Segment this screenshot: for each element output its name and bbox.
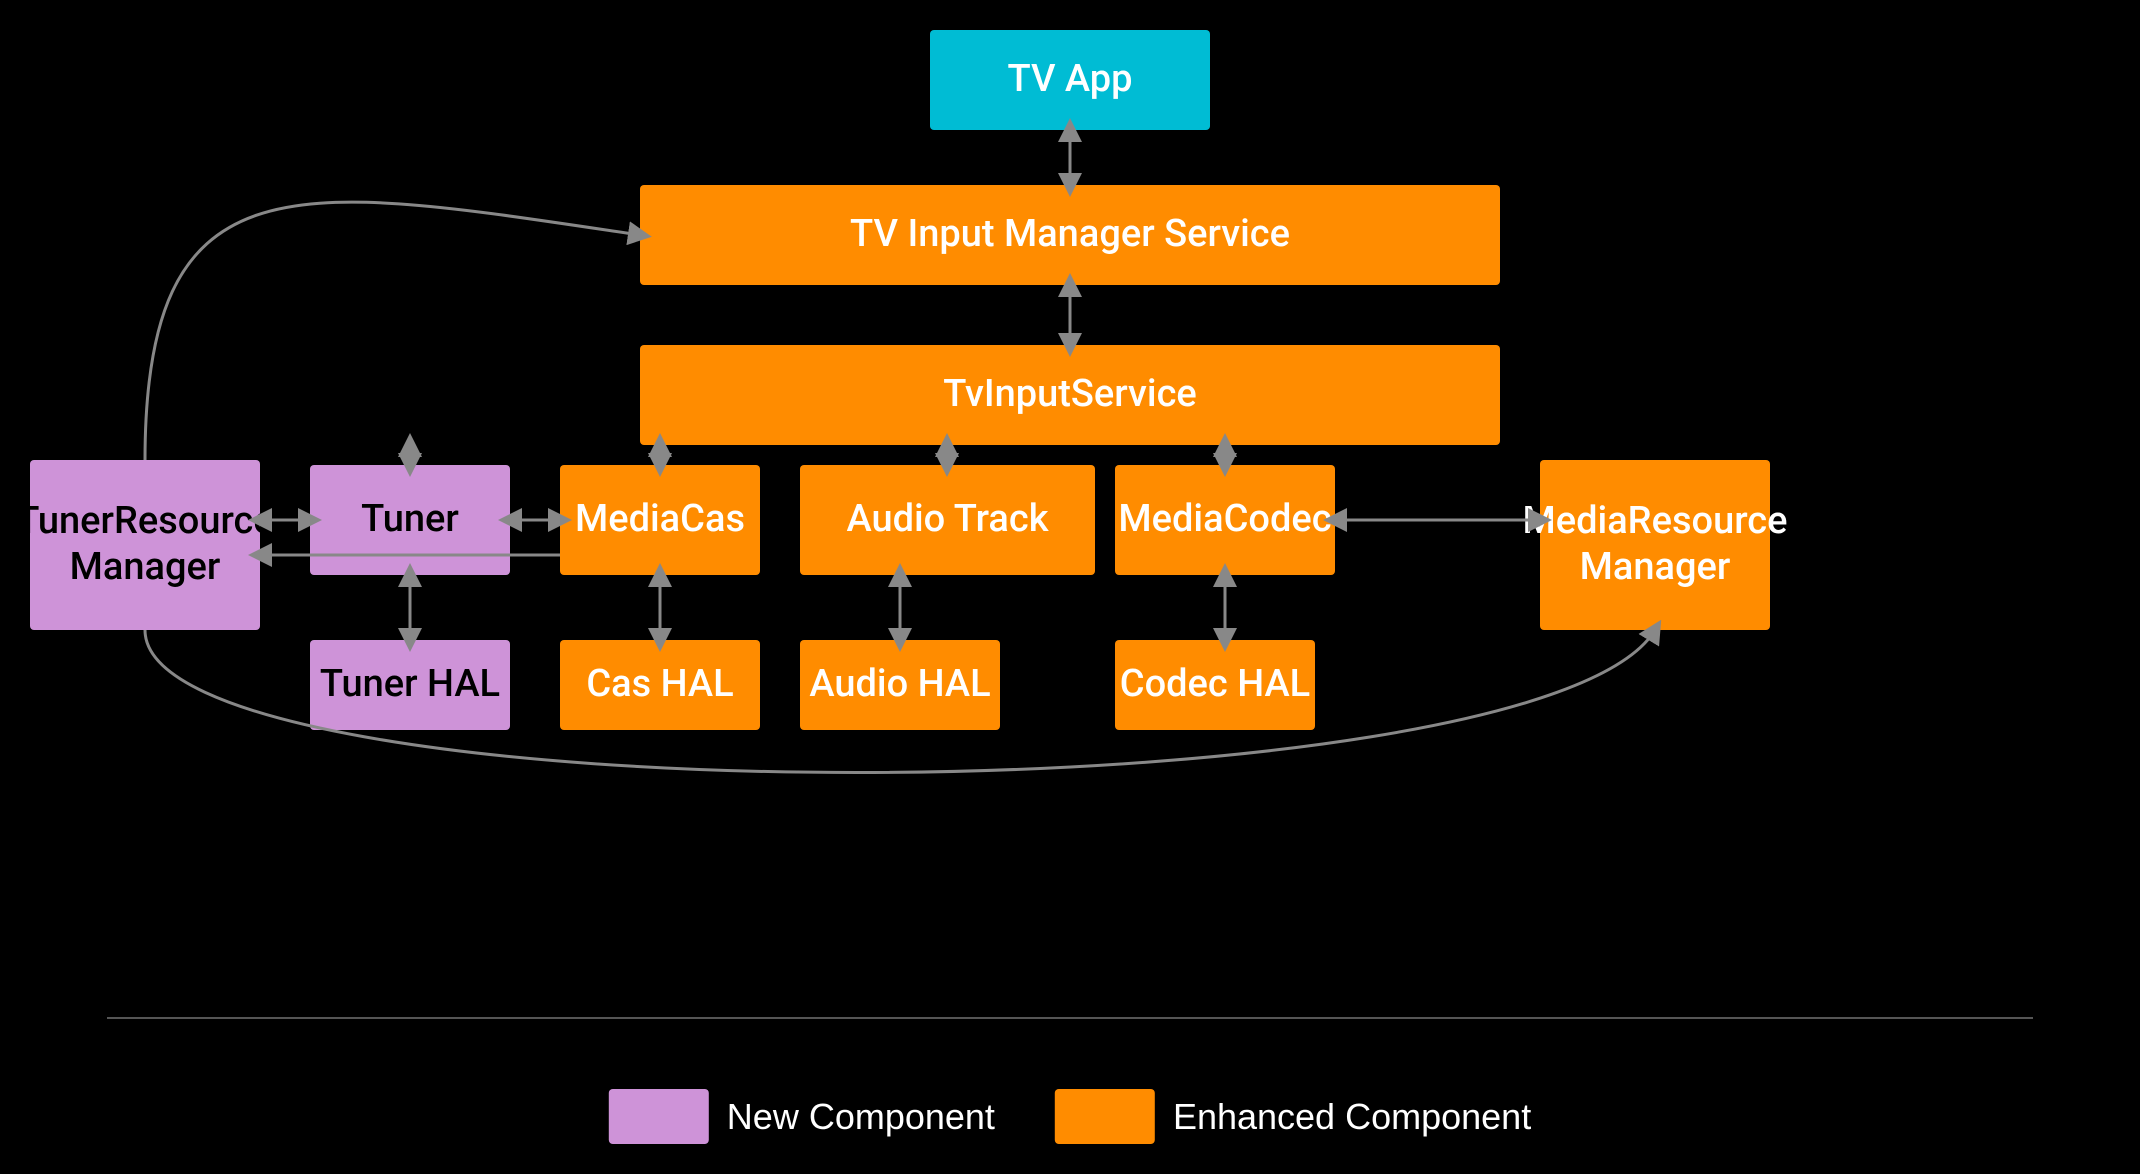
codec-hal-label: Codec HAL <box>1120 662 1310 708</box>
legend-new-component-box <box>609 1089 709 1144</box>
tuner-box: Tuner <box>310 465 510 575</box>
arrows-svg <box>0 0 2140 1174</box>
media-cas-box: MediaCas <box>560 465 760 575</box>
legend-new-component-label: New Component <box>727 1096 995 1138</box>
diagram: TV App TV Input Manager Service TvInputS… <box>0 0 2140 1174</box>
media-resource-manager-box: MediaResource Manager <box>1540 460 1770 630</box>
legend-enhanced-component: Enhanced Component <box>1055 1089 1531 1144</box>
media-codec-label: MediaCodec <box>1118 497 1331 543</box>
codec-hal-box: Codec HAL <box>1115 640 1315 730</box>
tv-input-service-box: TvInputService <box>640 345 1500 445</box>
audio-track-label: Audio Track <box>846 497 1048 543</box>
tuner-label: Tuner <box>361 497 459 543</box>
audio-hal-label: Audio HAL <box>809 662 990 708</box>
tv-app-label: TV App <box>1007 57 1132 103</box>
audio-track-box: Audio Track <box>800 465 1095 575</box>
tuner-hal-box: Tuner HAL <box>310 640 510 730</box>
media-codec-box: MediaCodec <box>1115 465 1335 575</box>
legend-enhanced-component-box <box>1055 1089 1155 1144</box>
tv-app-box: TV App <box>930 30 1210 130</box>
legend-new-component: New Component <box>609 1089 995 1144</box>
tuner-resource-manager-label: TunerResource Manager <box>16 499 273 590</box>
legend-divider <box>107 1017 2033 1019</box>
tuner-resource-manager-box: TunerResource Manager <box>30 460 260 630</box>
cas-hal-box: Cas HAL <box>560 640 760 730</box>
cas-hal-label: Cas HAL <box>586 662 733 708</box>
legend: New Component Enhanced Component <box>609 1089 1531 1144</box>
media-resource-manager-label: MediaResource Manager <box>1523 499 1788 590</box>
tv-input-manager-box: TV Input Manager Service <box>640 185 1500 285</box>
audio-hal-box: Audio HAL <box>800 640 1000 730</box>
tuner-hal-label: Tuner HAL <box>320 662 500 708</box>
media-cas-label: MediaCas <box>575 497 745 543</box>
tv-input-manager-label: TV Input Manager Service <box>850 212 1290 258</box>
tv-input-service-label: TvInputService <box>943 372 1197 418</box>
legend-enhanced-component-label: Enhanced Component <box>1173 1096 1531 1138</box>
